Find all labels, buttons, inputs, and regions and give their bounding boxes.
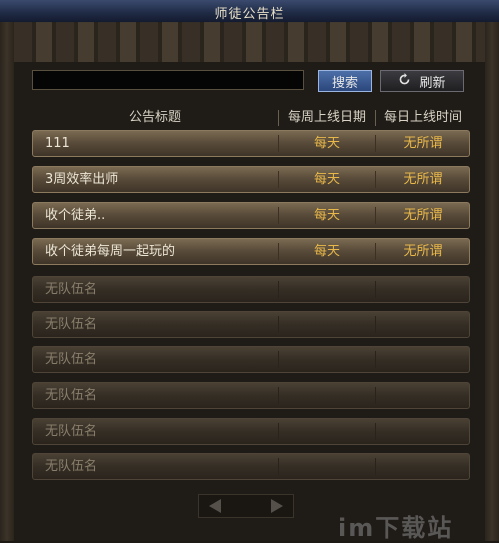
- master-apprentice-bulletin-window: 师徒公告栏 搜索 刷新 公告标题 每周上线日期 每日上线时间 111 每天 无所…: [0, 0, 499, 542]
- row-weekly: 每天: [313, 136, 340, 151]
- window-title: 师徒公告栏: [214, 7, 285, 22]
- table-row[interactable]: 3周效率出师 每天 无所谓: [32, 166, 470, 193]
- cell-divider: [375, 207, 376, 224]
- table-header: 公告标题 每周上线日期 每日上线时间: [32, 108, 470, 128]
- search-input[interactable]: [32, 70, 304, 90]
- row-daily: [377, 454, 469, 479]
- row-daily: [377, 347, 469, 372]
- cell-divider: [375, 458, 376, 475]
- row-title: 111: [45, 136, 70, 151]
- table-row[interactable]: 无队伍名: [32, 311, 470, 338]
- refresh-icon: [398, 72, 411, 90]
- cell-divider: [375, 171, 376, 188]
- table-row[interactable]: 111 每天 无所谓: [32, 130, 470, 157]
- row-weekly: [279, 454, 375, 479]
- table-row[interactable]: 收个徒弟.. 每天 无所谓: [32, 202, 470, 229]
- watermark-text: im下载站: [338, 514, 454, 542]
- search-button[interactable]: 搜索: [318, 70, 372, 92]
- cell-divider: [375, 423, 376, 440]
- table-row[interactable]: 收个徒弟每周一起玩的 每天 无所谓: [32, 238, 470, 265]
- row-weekly: [279, 419, 375, 444]
- row-title: 无队伍名: [45, 459, 98, 474]
- table-row[interactable]: 无队伍名: [32, 382, 470, 409]
- table-row[interactable]: 无队伍名: [32, 276, 470, 303]
- row-weekly: [279, 347, 375, 372]
- column-header-title[interactable]: 公告标题: [32, 108, 278, 128]
- table-row[interactable]: 无队伍名: [32, 346, 470, 373]
- row-weekly: 每天: [313, 208, 340, 223]
- cell-divider: [375, 243, 376, 260]
- refresh-button[interactable]: 刷新: [380, 70, 464, 92]
- row-weekly: [279, 277, 375, 302]
- table-row[interactable]: 无队伍名: [32, 418, 470, 445]
- column-header-weekly-online[interactable]: 每周上线日期: [279, 108, 375, 128]
- row-weekly: [279, 383, 375, 408]
- row-daily: 无所谓: [403, 208, 443, 223]
- row-daily: 无所谓: [403, 136, 443, 151]
- row-daily: [377, 419, 469, 444]
- row-title: 无队伍名: [45, 352, 98, 367]
- right-arrow-icon[interactable]: [267, 498, 287, 514]
- search-button-label: 搜索: [331, 75, 358, 91]
- row-daily: [377, 383, 469, 408]
- row-weekly: 每天: [313, 244, 340, 259]
- row-daily: [377, 277, 469, 302]
- cell-divider: [375, 387, 376, 404]
- right-frame-border: [485, 22, 499, 541]
- row-weekly: 每天: [313, 172, 340, 187]
- left-arrow-icon[interactable]: [205, 498, 225, 514]
- row-title: 3周效率出师: [45, 172, 119, 187]
- row-title: 无队伍名: [45, 388, 98, 403]
- row-daily: 无所谓: [403, 244, 443, 259]
- row-daily: 无所谓: [403, 172, 443, 187]
- row-weekly: [279, 312, 375, 337]
- cell-divider: [375, 281, 376, 298]
- row-title: 收个徒弟每周一起玩的: [45, 244, 176, 259]
- left-frame-border: [0, 22, 14, 541]
- cell-divider: [375, 316, 376, 333]
- refresh-button-label: 刷新: [419, 75, 446, 91]
- row-title: 无队伍名: [45, 282, 98, 297]
- column-header-daily-online[interactable]: 每日上线时间: [376, 108, 470, 128]
- decorative-banner: [14, 22, 485, 62]
- row-title: 无队伍名: [45, 424, 98, 439]
- cell-divider: [375, 351, 376, 368]
- title-bar[interactable]: 师徒公告栏: [0, 0, 499, 23]
- row-title: 无队伍名: [45, 317, 98, 332]
- pager: [198, 494, 294, 518]
- row-title: 收个徒弟..: [45, 208, 106, 223]
- table-row[interactable]: 无队伍名: [32, 453, 470, 480]
- cell-divider: [375, 135, 376, 152]
- row-daily: [377, 312, 469, 337]
